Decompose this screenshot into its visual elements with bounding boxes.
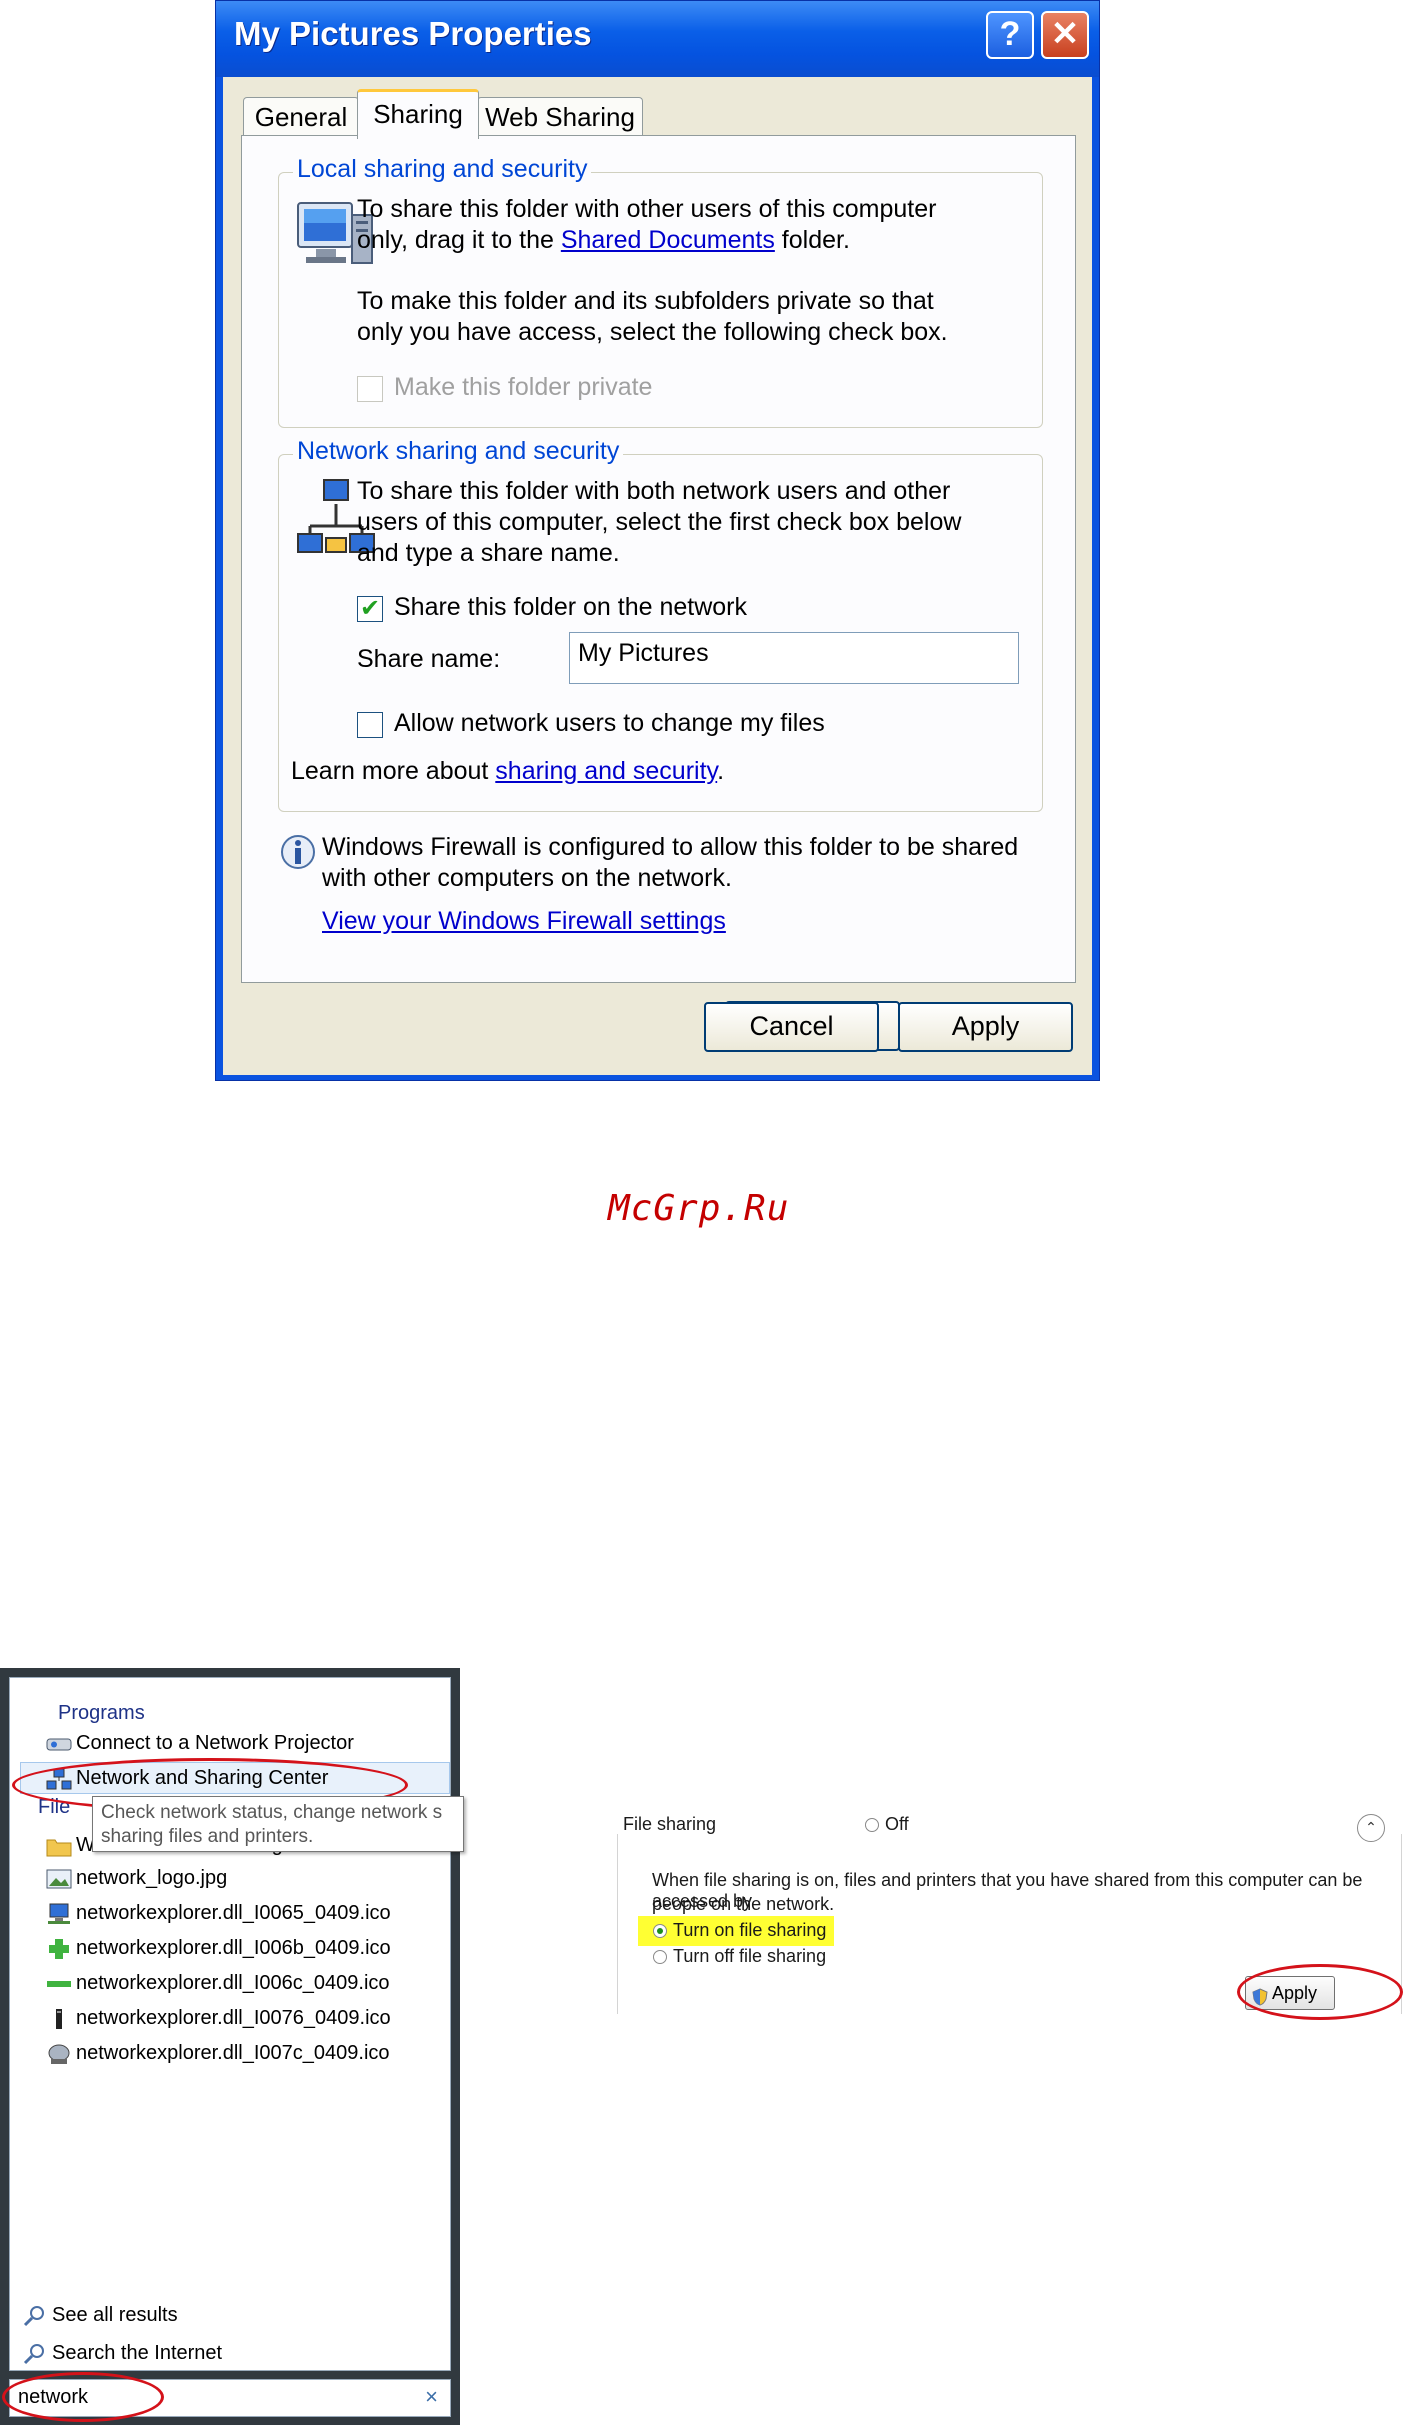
highlight-ellipse-search xyxy=(2,2372,164,2422)
local-text-line1: To share this folder with other users of… xyxy=(357,195,937,223)
option-turn-on[interactable]: Turn on file sharing xyxy=(673,1920,826,1941)
result-label: networkexplorer.dll_I006b_0409.ico xyxy=(76,1937,391,1959)
result-ico-0065[interactable]: networkexplorer.dll_I0065_0409.ico xyxy=(46,1898,391,1928)
info-icon xyxy=(278,832,318,876)
firewall-settings-link[interactable]: View your Windows Firewall settings xyxy=(322,907,726,935)
result-label: networkexplorer.dll_I0065_0409.ico xyxy=(76,1902,391,1924)
tab-web-sharing[interactable]: Web Sharing xyxy=(477,97,643,137)
green-minus-icon xyxy=(46,1973,72,1995)
search-internet-label: Search the Internet xyxy=(52,2342,223,2364)
file-sharing-panel: File sharing Off ⌃ When file sharing is … xyxy=(617,1786,1405,2026)
search-internet[interactable]: Search the Internet xyxy=(22,2338,222,2368)
tooltip-line2: sharing files and printers. xyxy=(101,1826,314,1847)
local-text-line2: only, drag it to the Shared Documents fo… xyxy=(357,225,850,256)
firewall-settings-line: View your Windows Firewall settings xyxy=(322,906,726,937)
result-connect-projector[interactable]: Connect to a Network Projector xyxy=(46,1728,354,1758)
radio-turn-on[interactable] xyxy=(653,1924,667,1938)
sharing-tab-panel: Local sharing and security To share this… xyxy=(241,135,1076,983)
highlight-ellipse-apply xyxy=(1237,1964,1403,2020)
properties-dialog: My Pictures Properties ? ✕ General Shari… xyxy=(215,0,1100,1081)
search-icon xyxy=(22,2343,48,2365)
search-icon xyxy=(22,2305,48,2327)
result-ico-007c[interactable]: networkexplorer.dll_I007c_0409.ico xyxy=(46,2038,390,2068)
result-label: networkexplorer.dll_I0076_0409.ico xyxy=(76,2007,391,2029)
sharing-security-link[interactable]: sharing and security xyxy=(495,757,717,785)
see-all-label: See all results xyxy=(52,2304,178,2326)
option-turn-off[interactable]: Turn off file sharing xyxy=(673,1946,826,1967)
watermark: McGrp.Ru xyxy=(608,1188,790,1229)
result-label: networkexplorer.dll_I006c_0409.ico xyxy=(76,1972,390,1994)
network-sharing-legend: Network sharing and security xyxy=(293,437,624,466)
globe-icon xyxy=(46,2043,72,2065)
share-name-label: Share name: xyxy=(357,645,501,673)
result-label: network_logo.jpg xyxy=(76,1867,228,1889)
local-text-post: folder. xyxy=(774,226,850,254)
firewall-text-line1: Windows Firewall is configured to allow … xyxy=(322,833,1019,861)
private-text-line2: only you have access, select the followi… xyxy=(357,318,948,346)
result-network-logo[interactable]: network_logo.jpg xyxy=(46,1863,227,1893)
local-text-pre: only, drag it to the xyxy=(357,226,561,254)
result-label: networkexplorer.dll_I007c_0409.ico xyxy=(76,2042,390,2064)
tower-icon xyxy=(46,2008,72,2030)
result-ico-006b[interactable]: networkexplorer.dll_I006b_0409.ico xyxy=(46,1933,391,1963)
share-folder-label: Share this folder on the network xyxy=(394,593,747,621)
learn-more-line: Learn more about sharing and security. xyxy=(291,756,724,787)
file-sharing-status: Off xyxy=(885,1814,909,1834)
projector-icon xyxy=(46,1733,72,1755)
learn-more-pre: Learn more about xyxy=(291,757,496,785)
result-label: Connect to a Network Projector xyxy=(76,1732,354,1754)
clear-search-icon[interactable]: × xyxy=(425,2384,438,2410)
allow-change-label: Allow network users to change my files xyxy=(394,709,825,737)
private-text-line1: To make this folder and its subfolders p… xyxy=(357,287,934,315)
shared-documents-link[interactable]: Shared Documents xyxy=(561,226,775,254)
network-text-line1: To share this folder with both network u… xyxy=(357,477,951,505)
programs-heading: Programs xyxy=(58,1702,145,1724)
dialog-title: My Pictures Properties xyxy=(234,15,592,52)
result-ico-0076[interactable]: networkexplorer.dll_I0076_0409.ico xyxy=(46,2003,391,2033)
cancel-button[interactable]: Cancel xyxy=(704,1002,879,1052)
make-private-checkbox[interactable] xyxy=(357,376,383,402)
description-line2: people on the network. xyxy=(652,1894,835,1914)
share-name-input[interactable]: My Pictures xyxy=(569,632,1019,684)
result-ico-006c[interactable]: networkexplorer.dll_I006c_0409.ico xyxy=(46,1968,390,1998)
image-file-icon xyxy=(46,1868,72,1890)
allow-change-checkbox[interactable] xyxy=(357,712,383,738)
make-private-label: Make this folder private xyxy=(394,373,653,401)
tab-general[interactable]: General xyxy=(243,97,359,137)
see-all-results[interactable]: See all results xyxy=(22,2300,178,2330)
tooltip: Check network status, change network s s… xyxy=(92,1796,464,1852)
network-text-line3: and type a share name. xyxy=(357,539,620,567)
network-text-line2: users of this computer, select the first… xyxy=(357,508,962,536)
file-sharing-title: File sharing xyxy=(623,1814,717,1834)
dialog-body: General Sharing Web Sharing Local sharin… xyxy=(223,77,1092,1075)
start-menu: Programs Connect to a Network Projector … xyxy=(0,1668,464,2425)
firewall-text-line2: with other computers on the network. xyxy=(322,864,732,892)
tooltip-line1: Check network status, change network s xyxy=(101,1802,443,1823)
help-button[interactable]: ? xyxy=(986,11,1034,59)
share-folder-checkbox[interactable]: ✔ xyxy=(357,596,383,622)
tab-sharing[interactable]: Sharing xyxy=(357,89,479,139)
title-bar[interactable]: My Pictures Properties ? ✕ xyxy=(216,1,1099,77)
learn-more-post: . xyxy=(717,757,725,785)
close-button[interactable]: ✕ xyxy=(1041,11,1089,59)
local-sharing-legend: Local sharing and security xyxy=(293,155,592,184)
radio-turn-off[interactable] xyxy=(653,1950,667,1964)
network-computer-icon xyxy=(46,1903,72,1925)
status-dot-icon xyxy=(865,1818,879,1832)
apply-button[interactable]: Apply xyxy=(898,1002,1073,1052)
green-plus-icon xyxy=(46,1938,72,1960)
folder-icon xyxy=(46,1835,72,1857)
